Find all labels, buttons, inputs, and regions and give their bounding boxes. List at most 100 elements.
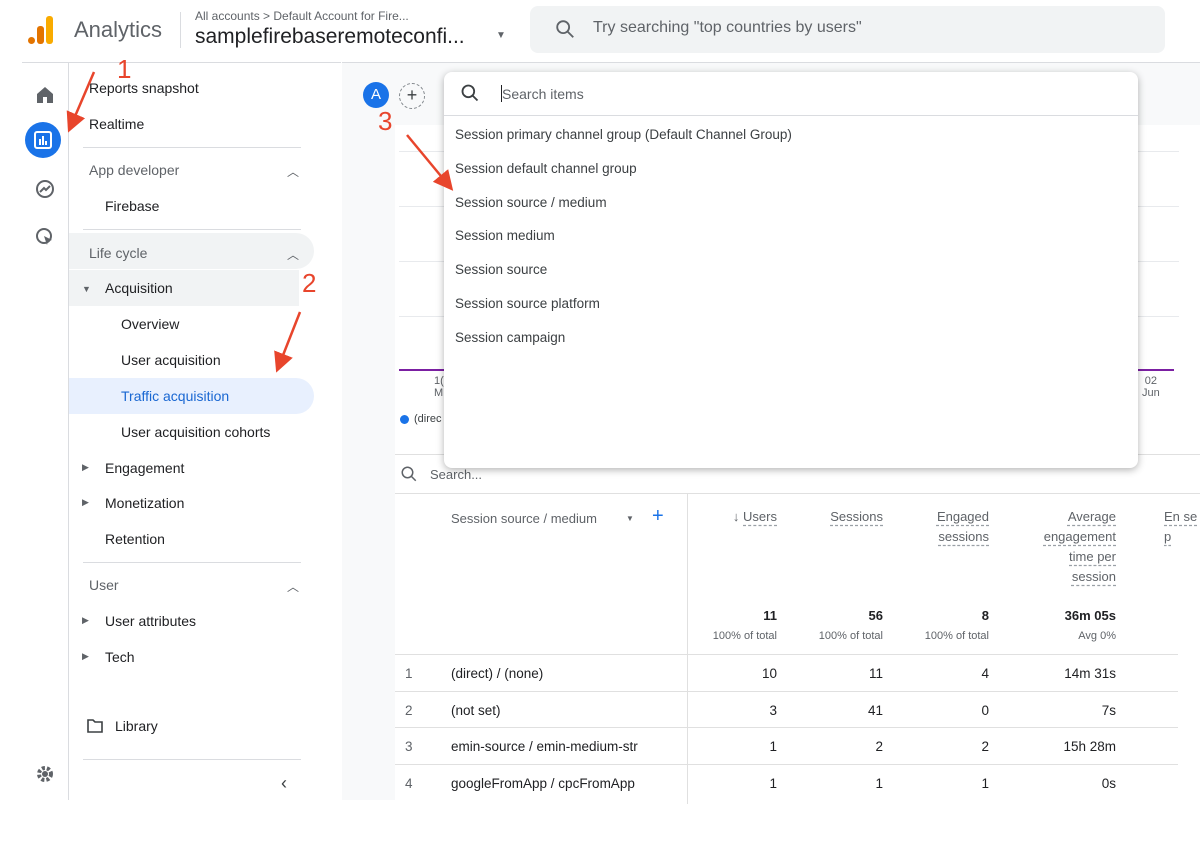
collapse-chevron-icon[interactable]: ‹: [281, 773, 287, 794]
add-dimension-icon[interactable]: +: [652, 505, 664, 528]
total-sessions-sub: 100% of total: [818, 630, 883, 642]
row-index: 4: [405, 776, 413, 792]
explore-icon[interactable]: [30, 174, 60, 204]
nav-user-acquisition-cohorts[interactable]: User acquisition cohorts: [121, 424, 270, 440]
folder-icon: [87, 719, 103, 733]
divider: [83, 759, 301, 760]
annotation-number-2: 2: [302, 268, 317, 298]
advertising-icon[interactable]: [30, 222, 60, 252]
nav-user-acquisition[interactable]: User acquisition: [121, 352, 221, 368]
nav-library[interactable]: Library: [115, 718, 158, 734]
x-tick: 02 Jun: [1142, 375, 1160, 399]
dropdown-option[interactable]: Session medium: [455, 228, 555, 243]
home-icon[interactable]: [30, 80, 60, 110]
total-engaged: 8: [981, 608, 989, 623]
divider: [83, 562, 301, 563]
row-engaged-sessions: 4: [981, 666, 989, 681]
section-life-cycle[interactable]: Life cycle: [89, 245, 147, 261]
dropdown-option[interactable]: Session source platform: [455, 296, 600, 311]
divider: [687, 728, 688, 766]
dropdown-search-input[interactable]: Search items: [502, 86, 584, 102]
row-engaged-sessions: 1: [981, 776, 989, 792]
annotation-number-3: 3: [378, 106, 393, 136]
row-users: 10: [761, 666, 777, 681]
divider: [83, 147, 301, 148]
nav-overview[interactable]: Overview: [121, 316, 179, 332]
left-rail: [22, 62, 69, 800]
row-dimension[interactable]: emin-source / emin-medium-str: [451, 739, 681, 754]
row-avg-time: 14m 31s: [1064, 666, 1116, 681]
caret-right-icon[interactable]: ▶: [82, 497, 89, 508]
breadcrumb[interactable]: All accounts > Default Account for Fire.…: [195, 9, 409, 23]
nav-acquisition[interactable]: Acquisition: [105, 280, 173, 296]
caret-down-icon[interactable]: ▼: [82, 284, 91, 294]
table-row[interactable]: 2 (not set) 3 41 0 7s: [395, 690, 1178, 729]
nav-realtime[interactable]: Realtime: [89, 116, 144, 132]
column-partial[interactable]: En se p: [1164, 507, 1200, 547]
reports-nav: Reports snapshot Realtime App developer …: [69, 62, 341, 800]
chevron-up-icon[interactable]: ︿: [287, 578, 299, 595]
dropdown-option[interactable]: Session campaign: [455, 330, 565, 345]
row-index: 3: [405, 739, 413, 755]
caret-down-icon[interactable]: ▼: [626, 514, 634, 523]
column-users[interactable]: ↓ Users: [700, 507, 777, 527]
global-search[interactable]: Try searching "top countries by users": [530, 6, 1165, 53]
row-sessions: 2: [875, 739, 883, 755]
nav-monetization[interactable]: Monetization: [105, 495, 184, 511]
divider: [395, 493, 1200, 494]
caret-down-icon[interactable]: ▼: [496, 30, 506, 41]
chevron-up-icon[interactable]: ︿: [287, 246, 299, 263]
reports-icon[interactable]: [25, 122, 61, 158]
nav-tech[interactable]: Tech: [105, 649, 135, 665]
column-sessions[interactable]: Sessions: [800, 507, 883, 527]
nav-firebase[interactable]: Firebase: [105, 198, 159, 214]
table-row[interactable]: 1 (direct) / (none) 10 11 4 14m 31s: [395, 654, 1178, 692]
column-avg-engagement-time[interactable]: Average engagement time per session: [1030, 507, 1116, 587]
total-avg-sub: Avg 0%: [1078, 630, 1116, 642]
analytics-logo-icon[interactable]: [28, 16, 54, 44]
x-tick: 1( M: [434, 375, 444, 399]
nav-engagement[interactable]: Engagement: [105, 460, 184, 476]
sort-down-icon: ↓: [732, 509, 744, 524]
caret-right-icon[interactable]: ▶: [82, 651, 89, 662]
legend-dot: [400, 415, 409, 424]
section-user[interactable]: User: [89, 577, 119, 593]
row-dimension[interactable]: (not set): [451, 703, 681, 718]
row-dimension[interactable]: (direct) / (none): [451, 666, 681, 681]
dropdown-search[interactable]: Search items: [444, 72, 1138, 116]
nav-reports-snapshot[interactable]: Reports snapshot: [89, 80, 199, 96]
annotation-number-1: 1: [117, 54, 132, 84]
chevron-up-icon[interactable]: ︿: [287, 163, 299, 180]
property-selector[interactable]: samplefirebaseremoteconfi...: [195, 25, 465, 49]
add-comparison-icon[interactable]: +: [399, 83, 425, 109]
total-sessions: 56: [868, 608, 883, 623]
table-row[interactable]: 3 emin-source / emin-medium-str 1 2 2 15h 28m: [395, 727, 1178, 766]
row-dimension[interactable]: googleFromApp / cpcFromApp: [451, 776, 681, 791]
row-avg-time: 0s: [1101, 776, 1116, 792]
column-engaged-sessions[interactable]: Engaged sessions: [920, 507, 989, 547]
settings-icon[interactable]: [30, 759, 60, 789]
nav-traffic-acquisition[interactable]: Traffic acquisition: [121, 388, 229, 404]
dropdown-option[interactable]: Session default channel group: [455, 161, 637, 176]
acquisition-bg: [69, 270, 299, 306]
search-icon: [401, 466, 417, 482]
row-index: 1: [405, 666, 413, 681]
dimension-selector[interactable]: Session source / medium: [451, 511, 597, 526]
row-sessions: 11: [868, 666, 883, 681]
dropdown-option[interactable]: Session source: [455, 262, 547, 277]
divider: [83, 229, 301, 230]
section-app-developer[interactable]: App developer: [89, 162, 179, 178]
top-header: Analytics All accounts > Default Account…: [0, 0, 1200, 60]
table-row[interactable]: 4 googleFromApp / cpcFromApp 1 1 1 0s: [395, 764, 1178, 803]
dropdown-option[interactable]: Session primary channel group (Default C…: [455, 127, 792, 142]
nav-retention[interactable]: Retention: [105, 531, 165, 547]
nav-user-attributes[interactable]: User attributes: [105, 613, 196, 629]
comparison-avatar[interactable]: A: [363, 82, 389, 108]
caret-right-icon[interactable]: ▶: [82, 462, 89, 473]
row-avg-time: 7s: [1101, 702, 1116, 718]
table-search-input[interactable]: Search...: [430, 467, 482, 482]
caret-right-icon[interactable]: ▶: [82, 615, 89, 626]
dropdown-option[interactable]: Session source / medium: [455, 195, 607, 210]
divider: [687, 765, 688, 803]
total-users: 11: [763, 608, 777, 623]
